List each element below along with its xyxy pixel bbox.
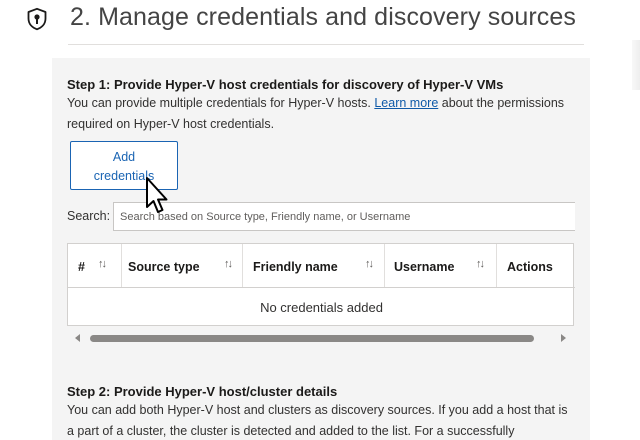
scroll-left-icon[interactable] <box>75 334 80 342</box>
step2-title: Step 2: Provide Hyper-V host/cluster det… <box>67 384 338 399</box>
step2-description-line1: You can add both Hyper-V host and cluste… <box>67 403 568 417</box>
step1-description-line2: required on Hyper-V host credentials. <box>67 117 275 131</box>
add-credentials-button[interactable]: Add credentials <box>70 141 178 190</box>
credentials-table: # ↑↓ Source type ↑↓ Friendly name ↑↓ Use… <box>67 243 575 326</box>
search-input[interactable] <box>113 202 575 231</box>
table-horizontal-scrollbar[interactable] <box>67 330 574 346</box>
column-label-friendly-name: Friendly name <box>253 260 338 274</box>
sort-icon[interactable]: ↑↓ <box>365 258 374 270</box>
step2-description-line2: a part of a cluster, the cluster is dete… <box>67 424 515 438</box>
column-header-friendly-name[interactable]: Friendly name ↑↓ <box>243 244 385 287</box>
page-title: 2. Manage credentials and discovery sour… <box>70 3 576 31</box>
column-header-actions: Actions <box>497 244 575 287</box>
search-label: Search: <box>67 209 111 223</box>
scroll-right-icon[interactable] <box>561 334 566 342</box>
title-divider <box>68 44 584 45</box>
column-header-index[interactable]: # ↑↓ <box>68 244 122 287</box>
learn-more-link[interactable]: Learn more <box>374 96 438 110</box>
column-header-source-type[interactable]: Source type ↑↓ <box>122 244 243 287</box>
sort-icon[interactable]: ↑↓ <box>476 258 485 270</box>
shield-key-icon <box>27 7 47 31</box>
window-edge <box>632 40 640 90</box>
step1-desc-text-after: about the permissions <box>438 96 565 110</box>
column-header-username[interactable]: Username ↑↓ <box>385 244 497 287</box>
add-credentials-label-line2: credentials <box>93 169 155 183</box>
scrollbar-thumb[interactable] <box>90 335 534 342</box>
empty-table-message: No credentials added <box>260 300 383 315</box>
step1-description: You can provide multiple credentials for… <box>67 93 564 114</box>
sort-icon[interactable]: ↑↓ <box>224 258 233 270</box>
add-credentials-label-line1: Add <box>112 150 136 164</box>
column-label-index: # <box>78 260 85 274</box>
column-label-actions: Actions <box>507 260 553 274</box>
column-label-source-type: Source type <box>128 260 200 274</box>
column-label-username: Username <box>394 260 455 274</box>
step1-title: Step 1: Provide Hyper-V host credentials… <box>67 77 504 92</box>
sort-icon[interactable]: ↑↓ <box>98 258 107 270</box>
table-header-row: # ↑↓ Source type ↑↓ Friendly name ↑↓ Use… <box>68 244 575 288</box>
step1-desc-text: You can provide multiple credentials for… <box>67 96 375 110</box>
section-header: 2. Manage credentials and discovery sour… <box>0 0 640 45</box>
